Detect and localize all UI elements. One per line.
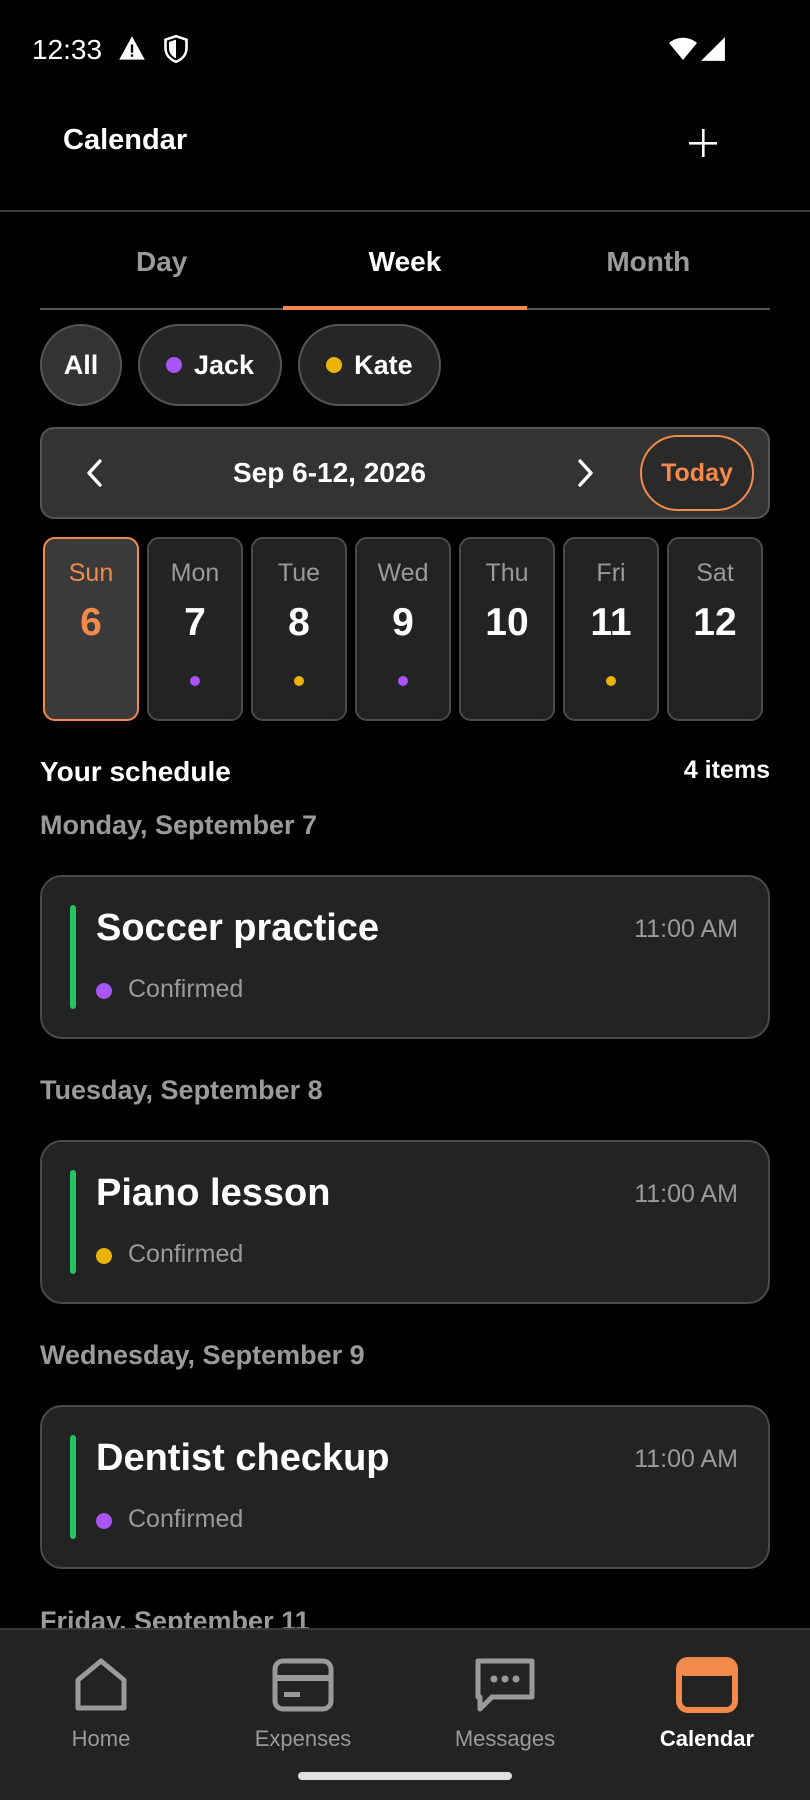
date-heading: Monday, September 7 bbox=[40, 810, 318, 840]
message-icon bbox=[471, 1654, 539, 1716]
member-filters: All Jack Kate bbox=[40, 324, 441, 406]
today-button[interactable]: Today bbox=[640, 435, 754, 511]
schedule-count: 4 items bbox=[683, 756, 770, 784]
member-color-dot bbox=[96, 1513, 112, 1529]
event-title: Soccer practice bbox=[96, 907, 380, 949]
filter-chip-label: All bbox=[63, 349, 99, 380]
card-icon bbox=[269, 1654, 337, 1716]
filter-chip-jack[interactable]: Jack bbox=[138, 324, 283, 406]
member-color-dot bbox=[166, 357, 182, 373]
status-bar: 12:33 bbox=[0, 0, 810, 100]
day-name: Sat bbox=[696, 559, 734, 587]
day-name: Sun bbox=[68, 559, 114, 587]
signal-icon bbox=[700, 36, 726, 67]
wifi-icon bbox=[668, 36, 698, 67]
home-icon bbox=[67, 1654, 135, 1716]
day-number: 9 bbox=[392, 601, 414, 644]
filter-chip-label: Kate bbox=[354, 349, 413, 380]
event-status: Confirmed bbox=[128, 1240, 244, 1268]
event-card-piano-lesson[interactable]: Piano lesson 11:00 AM Confirmed bbox=[40, 1140, 770, 1304]
add-event-button[interactable] bbox=[676, 116, 730, 170]
event-card-dentist-checkup[interactable]: Dentist checkup 11:00 AM Confirmed bbox=[40, 1405, 770, 1569]
event-status: Confirmed bbox=[128, 1505, 244, 1533]
app-bar: Calendar bbox=[0, 100, 810, 212]
day-name: Thu bbox=[485, 559, 529, 587]
day-cell-fri[interactable]: Fri 11 bbox=[563, 537, 659, 721]
calendar-screen: 12:33 Calendar Day Week Month All Jack K… bbox=[0, 0, 810, 1800]
event-time: 11:00 AM bbox=[634, 1180, 738, 1208]
day-name: Fri bbox=[596, 559, 626, 587]
date-heading: Wednesday, September 9 bbox=[40, 1340, 365, 1370]
event-accent-bar bbox=[70, 1435, 76, 1539]
event-card-soccer-practice[interactable]: Soccer practice 11:00 AM Confirmed bbox=[40, 875, 770, 1039]
calendar-icon bbox=[673, 1654, 741, 1716]
day-name: Mon bbox=[170, 559, 220, 587]
nav-label: Home bbox=[71, 1726, 131, 1751]
filter-chip-kate[interactable]: Kate bbox=[298, 324, 441, 406]
event-time: 11:00 AM bbox=[634, 915, 738, 943]
event-accent-bar bbox=[70, 905, 76, 1009]
day-cell-sat[interactable]: Sat 12 bbox=[667, 537, 763, 721]
tab-day[interactable]: Day bbox=[40, 232, 283, 308]
nav-label: Expenses bbox=[254, 1726, 352, 1751]
chevron-left-icon bbox=[87, 459, 102, 487]
nav-home[interactable]: Home bbox=[0, 1630, 202, 1770]
tab-month[interactable]: Month bbox=[527, 232, 770, 308]
chevron-right-icon bbox=[578, 459, 593, 487]
week-navigator: Sep 6-12, 2026 Today bbox=[40, 427, 770, 519]
day-name: Wed bbox=[377, 559, 429, 587]
filter-chip-all[interactable]: All bbox=[40, 324, 122, 406]
day-cell-thu[interactable]: Thu 10 bbox=[459, 537, 555, 721]
day-number: 7 bbox=[184, 601, 206, 644]
week-range: Sep 6-12, 2026 bbox=[232, 457, 427, 488]
day-number: 8 bbox=[288, 601, 310, 644]
event-accent-bar bbox=[70, 1170, 76, 1274]
view-tabs: Day Week Month bbox=[40, 232, 770, 310]
date-heading: Tuesday, September 8 bbox=[40, 1075, 323, 1105]
day-number: 11 bbox=[590, 601, 632, 644]
gesture-home-bar[interactable] bbox=[298, 1772, 512, 1780]
schedule-title: Your schedule bbox=[40, 756, 231, 787]
day-number: 12 bbox=[693, 601, 737, 644]
page-title: Calendar bbox=[63, 124, 188, 156]
day-cell-mon[interactable]: Mon 7 bbox=[147, 537, 243, 721]
week-days: Sun 6 Mon 7 Tue 8 Wed 9 Thu 10 Fri 11 Sa bbox=[43, 537, 763, 721]
event-dot bbox=[294, 676, 304, 686]
day-name: Tue bbox=[277, 559, 321, 587]
day-number: 6 bbox=[80, 601, 102, 644]
nav-label: Messages bbox=[454, 1726, 556, 1751]
previous-week-button[interactable] bbox=[72, 451, 116, 495]
filter-chip-label: Jack bbox=[194, 349, 255, 380]
warning-icon bbox=[118, 35, 146, 66]
day-cell-wed[interactable]: Wed 9 bbox=[355, 537, 451, 721]
event-dot bbox=[606, 676, 616, 686]
tab-week[interactable]: Week bbox=[283, 232, 527, 310]
event-time: 11:00 AM bbox=[634, 1445, 738, 1473]
day-cell-tue[interactable]: Tue 8 bbox=[251, 537, 347, 721]
status-time: 12:33 bbox=[32, 34, 103, 65]
nav-calendar[interactable]: Calendar bbox=[606, 1630, 808, 1770]
member-color-dot bbox=[96, 983, 112, 999]
event-dot bbox=[398, 676, 408, 686]
plus-icon bbox=[689, 129, 717, 157]
member-color-dot bbox=[326, 357, 343, 373]
event-dot bbox=[190, 676, 200, 686]
shield-icon bbox=[164, 34, 188, 68]
next-week-button[interactable] bbox=[564, 451, 608, 495]
event-title: Dentist checkup bbox=[96, 1437, 390, 1479]
day-number: 10 bbox=[485, 601, 529, 644]
event-status: Confirmed bbox=[128, 975, 244, 1003]
member-color-dot bbox=[96, 1248, 112, 1264]
nav-label: Calendar bbox=[659, 1726, 755, 1751]
day-cell-sun[interactable]: Sun 6 bbox=[43, 537, 139, 721]
event-title: Piano lesson bbox=[96, 1172, 331, 1214]
nav-messages[interactable]: Messages bbox=[404, 1630, 606, 1770]
nav-expenses[interactable]: Expenses bbox=[202, 1630, 404, 1770]
